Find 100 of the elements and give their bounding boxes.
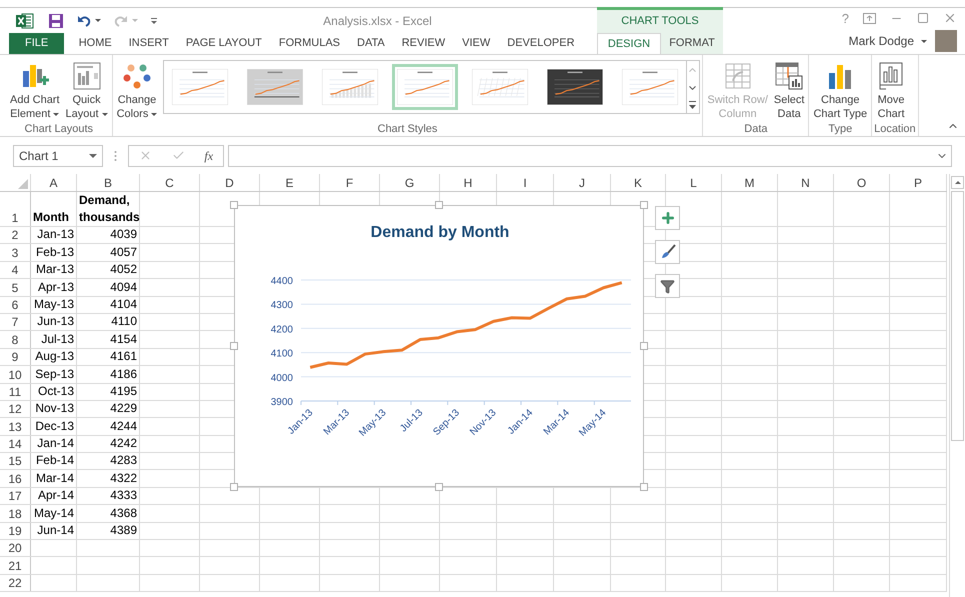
ribbon-tab[interactable]: DEVELOPER — [498, 33, 584, 54]
layout-icon — [72, 61, 102, 91]
table-cell-text: 4057 — [109, 244, 138, 261]
ribbon-tab[interactable]: FILE — [9, 33, 64, 54]
ribbon-tab[interactable]: PAGE LAYOUT — [177, 33, 270, 54]
row-header[interactable]: 13 — [0, 418, 31, 435]
row-header[interactable]: 6 — [0, 296, 31, 313]
column-header[interactable]: M — [722, 174, 778, 191]
resize-handle[interactable] — [435, 201, 443, 209]
column-header[interactable]: F — [320, 174, 380, 191]
formula-input[interactable] — [228, 144, 952, 166]
table-cell-text: Mar-13 — [34, 261, 75, 278]
row-header[interactable]: 15 — [0, 453, 31, 470]
table-arrows-icon — [722, 61, 753, 91]
vertical-scrollbar[interactable] — [949, 174, 965, 597]
table-cell-text: Jul-13 — [40, 330, 75, 348]
row-header[interactable]: 20 — [0, 540, 31, 556]
maximize-icon[interactable] — [917, 12, 929, 24]
column-header[interactable]: A — [31, 174, 77, 191]
customize-icon[interactable] — [150, 16, 158, 26]
column-header[interactable]: B — [77, 174, 140, 191]
row-header[interactable]: 12 — [0, 400, 31, 418]
table-cell-text: Dec-13 — [34, 418, 75, 435]
cancel-icon[interactable] — [138, 149, 152, 162]
ribbon-tab[interactable]: HOME — [70, 33, 120, 54]
table-cell-text: Jan-13 — [36, 226, 75, 244]
ribbon-tab[interactable]: DESIGN — [597, 33, 661, 54]
name-box[interactable]: Chart 1 — [13, 144, 103, 166]
row-header[interactable]: 17 — [0, 488, 31, 504]
user-name[interactable]: Mark Dodge — [848, 32, 914, 50]
column-header[interactable]: L — [666, 174, 722, 191]
table-cell-text: 4039 — [109, 226, 138, 244]
row-header[interactable]: 19 — [0, 522, 31, 540]
column-header[interactable]: H — [440, 174, 497, 191]
spreadsheet-app-icon[interactable] — [16, 12, 34, 28]
ribbon-tab[interactable]: INSERT — [120, 33, 178, 54]
resize-handle[interactable] — [640, 342, 648, 350]
column-header[interactable]: I — [497, 174, 554, 191]
column-header[interactable]: N — [778, 174, 834, 191]
row-header[interactable]: 5 — [0, 279, 31, 296]
resize-handle[interactable] — [435, 483, 443, 491]
group-label: Type — [827, 122, 854, 137]
row-header[interactable]: 4 — [0, 262, 31, 278]
resize-handle[interactable] — [230, 483, 238, 491]
ribbon-tab[interactable]: DATA — [348, 33, 394, 54]
ribbon-tab[interactable]: FORMULAS — [270, 33, 349, 54]
ribbon-button[interactable]: Change Chart Type — [811, 55, 870, 121]
column-header[interactable]: D — [200, 174, 260, 191]
ribbon-tab[interactable]: REVIEW — [393, 33, 454, 54]
row-header[interactable]: 7 — [0, 314, 31, 330]
insert-function-button[interactable]: fx — [204, 146, 214, 164]
chart-filters-button[interactable] — [655, 274, 680, 298]
group-label: Chart Layouts — [24, 122, 94, 137]
column-header[interactable]: O — [834, 174, 890, 191]
resize-handle[interactable] — [230, 201, 238, 209]
column-header[interactable]: E — [260, 174, 320, 191]
save-icon[interactable] — [48, 12, 64, 28]
ribbon-display-icon[interactable] — [863, 12, 876, 24]
row-header[interactable]: 11 — [0, 384, 31, 400]
ribbon-tab[interactable]: VIEW — [454, 33, 499, 54]
table-cell-text: 4094 — [109, 278, 138, 296]
group-label: Data — [743, 122, 769, 137]
column-header[interactable]: J — [554, 174, 611, 191]
row-header[interactable]: 10 — [0, 366, 31, 383]
chart-style-thumbnail[interactable] — [392, 64, 458, 110]
row-header[interactable]: 21 — [0, 557, 31, 574]
ribbon-button[interactable]: Move Chart — [874, 55, 908, 121]
column-header[interactable]: K — [611, 174, 666, 191]
axis-label: 4000 — [270, 372, 293, 384]
axis-label: 4200 — [270, 324, 293, 336]
table-cell-text: 4195 — [109, 382, 138, 400]
row-header[interactable]: 16 — [0, 470, 31, 487]
select-all-icon[interactable] — [18, 179, 28, 189]
ribbon-button[interactable]: Quick Layout — [64, 55, 110, 121]
row-header[interactable]: 14 — [0, 436, 31, 452]
row-header[interactable]: 18 — [0, 505, 31, 522]
ribbon-tab[interactable]: FORMAT — [661, 33, 723, 54]
chart-styles-button[interactable] — [655, 240, 680, 264]
resize-handle[interactable] — [640, 201, 648, 209]
row-header[interactable]: 9 — [0, 348, 31, 366]
drag-handle-icon[interactable] — [114, 150, 117, 162]
column-header[interactable]: C — [140, 174, 200, 191]
table-cell-text: Feb-14 — [34, 452, 75, 470]
avatar[interactable] — [935, 30, 957, 52]
chart-elements-button[interactable] — [655, 206, 680, 230]
row-header[interactable]: 22 — [0, 574, 31, 592]
row-header[interactable]: 8 — [0, 331, 31, 348]
column-header[interactable]: G — [380, 174, 440, 191]
resize-handle[interactable] — [640, 483, 648, 491]
row-header[interactable]: 2 — [0, 227, 31, 244]
resize-handle[interactable] — [230, 342, 238, 350]
row-header[interactable]: 1 — [0, 192, 31, 226]
axis-label: 3900 — [270, 397, 293, 408]
ribbon-button[interactable]: Select Data — [772, 55, 806, 121]
row-header[interactable]: 3 — [0, 244, 31, 261]
ribbon-button[interactable]: Add Chart Element — [8, 55, 62, 121]
column-header[interactable]: P — [890, 174, 947, 191]
table-cell-text: Mar-14 — [34, 470, 75, 487]
axis-label: 4100 — [270, 348, 293, 360]
ribbon-button[interactable]: Change Colors — [114, 55, 160, 121]
